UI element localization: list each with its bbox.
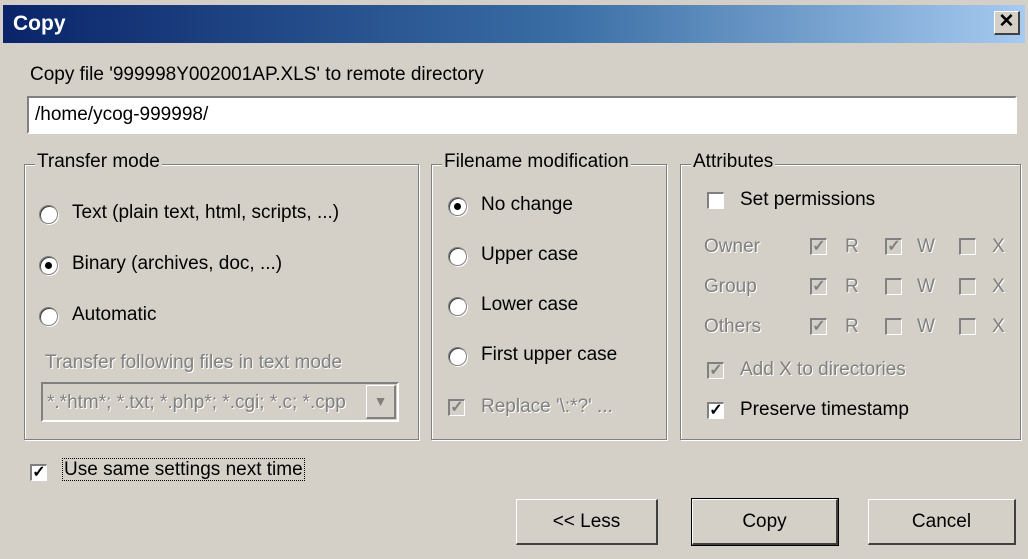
preserve-timestamp-label[interactable]: Preserve timestamp <box>740 399 909 421</box>
owner-write-label: W <box>917 236 935 257</box>
filename-upper-case-label[interactable]: Upper case <box>481 244 578 266</box>
set-permissions-checkbox[interactable] <box>707 192 724 209</box>
filename-lower-case-radio[interactable] <box>448 297 467 316</box>
owner-read-label: R <box>845 236 859 257</box>
filename-lower-case-label[interactable]: Lower case <box>481 294 578 316</box>
filename-first-upper-radio[interactable] <box>448 347 467 366</box>
others-read-checkbox[interactable]: ✓ <box>810 318 827 335</box>
owner-label: Owner <box>704 236 760 257</box>
filename-upper-case-radio[interactable] <box>448 247 467 266</box>
preserve-timestamp-checkbox[interactable]: ✓ <box>707 402 724 419</box>
add-x-directories-label: Add X to directories <box>740 359 906 380</box>
set-permissions-label[interactable]: Set permissions <box>740 189 875 211</box>
copy-prompt-label: Copy file '999998Y002001AP.XLS' to remot… <box>30 64 484 85</box>
transfer-binary-radio[interactable] <box>39 256 58 275</box>
transfer-automatic-label[interactable]: Automatic <box>72 304 156 326</box>
transfer-text-label[interactable]: Text (plain text, html, scripts, ...) <box>72 202 339 224</box>
owner-execute-label: X <box>992 236 1005 257</box>
chevron-down-icon[interactable]: ▼ <box>366 385 396 419</box>
transfer-binary-label[interactable]: Binary (archives, doc, ...) <box>72 253 282 275</box>
group-write-checkbox[interactable] <box>885 278 902 295</box>
filename-no-change-label[interactable]: No change <box>481 194 573 216</box>
group-execute-label: X <box>992 276 1005 297</box>
owner-execute-checkbox[interactable] <box>959 238 976 255</box>
group-write-label: W <box>917 276 935 297</box>
cancel-button[interactable]: Cancel <box>868 499 1016 545</box>
close-icon: ✕ <box>998 11 1015 32</box>
group-read-label: R <box>845 276 859 297</box>
filename-modification-legend: Filename modification <box>442 151 631 173</box>
owner-write-checkbox[interactable]: ✓ <box>885 238 902 255</box>
text-mode-mask-value: *.*htm*; *.txt; *.php*; *.cgi; *.c; *.cp… <box>47 392 346 413</box>
add-x-directories-checkbox[interactable]: ✓ <box>707 362 724 379</box>
window-title: Copy <box>13 12 66 35</box>
owner-read-checkbox[interactable]: ✓ <box>810 238 827 255</box>
text-mode-mask-combo[interactable]: *.*htm*; *.txt; *.php*; *.cgi; *.c; *.cp… <box>41 382 399 422</box>
replace-chars-checkbox[interactable]: ✓ <box>448 399 465 416</box>
others-read-label: R <box>845 316 859 337</box>
copy-button[interactable]: Copy <box>691 498 839 546</box>
group-execute-checkbox[interactable] <box>959 278 976 295</box>
filename-first-upper-label[interactable]: First upper case <box>481 344 617 366</box>
use-same-settings-label[interactable]: Use same settings next time <box>62 458 305 481</box>
filename-no-change-radio[interactable] <box>448 197 467 216</box>
replace-chars-label: Replace '\:*?' ... <box>481 396 613 417</box>
transfer-text-radio[interactable] <box>39 205 58 224</box>
text-mode-files-label: Transfer following files in text mode <box>45 352 343 373</box>
attributes-legend: Attributes <box>691 151 776 173</box>
remote-directory-input[interactable] <box>27 96 1017 134</box>
transfer-mode-legend: Transfer mode <box>35 151 162 173</box>
others-write-checkbox[interactable] <box>885 318 902 335</box>
title-bar: Copy ✕ <box>3 5 1025 43</box>
close-button[interactable]: ✕ <box>994 11 1020 35</box>
others-label: Others <box>704 316 762 337</box>
group-read-checkbox[interactable]: ✓ <box>810 278 827 295</box>
transfer-automatic-radio[interactable] <box>39 307 58 326</box>
less-button[interactable]: << Less <box>516 499 658 545</box>
others-execute-checkbox[interactable] <box>959 318 976 335</box>
others-execute-label: X <box>992 316 1005 337</box>
group-label: Group <box>704 276 757 297</box>
use-same-settings-checkbox[interactable]: ✓ <box>30 464 47 481</box>
use-same-settings-focus: Use same settings next time <box>62 458 305 481</box>
others-write-label: W <box>917 316 935 337</box>
